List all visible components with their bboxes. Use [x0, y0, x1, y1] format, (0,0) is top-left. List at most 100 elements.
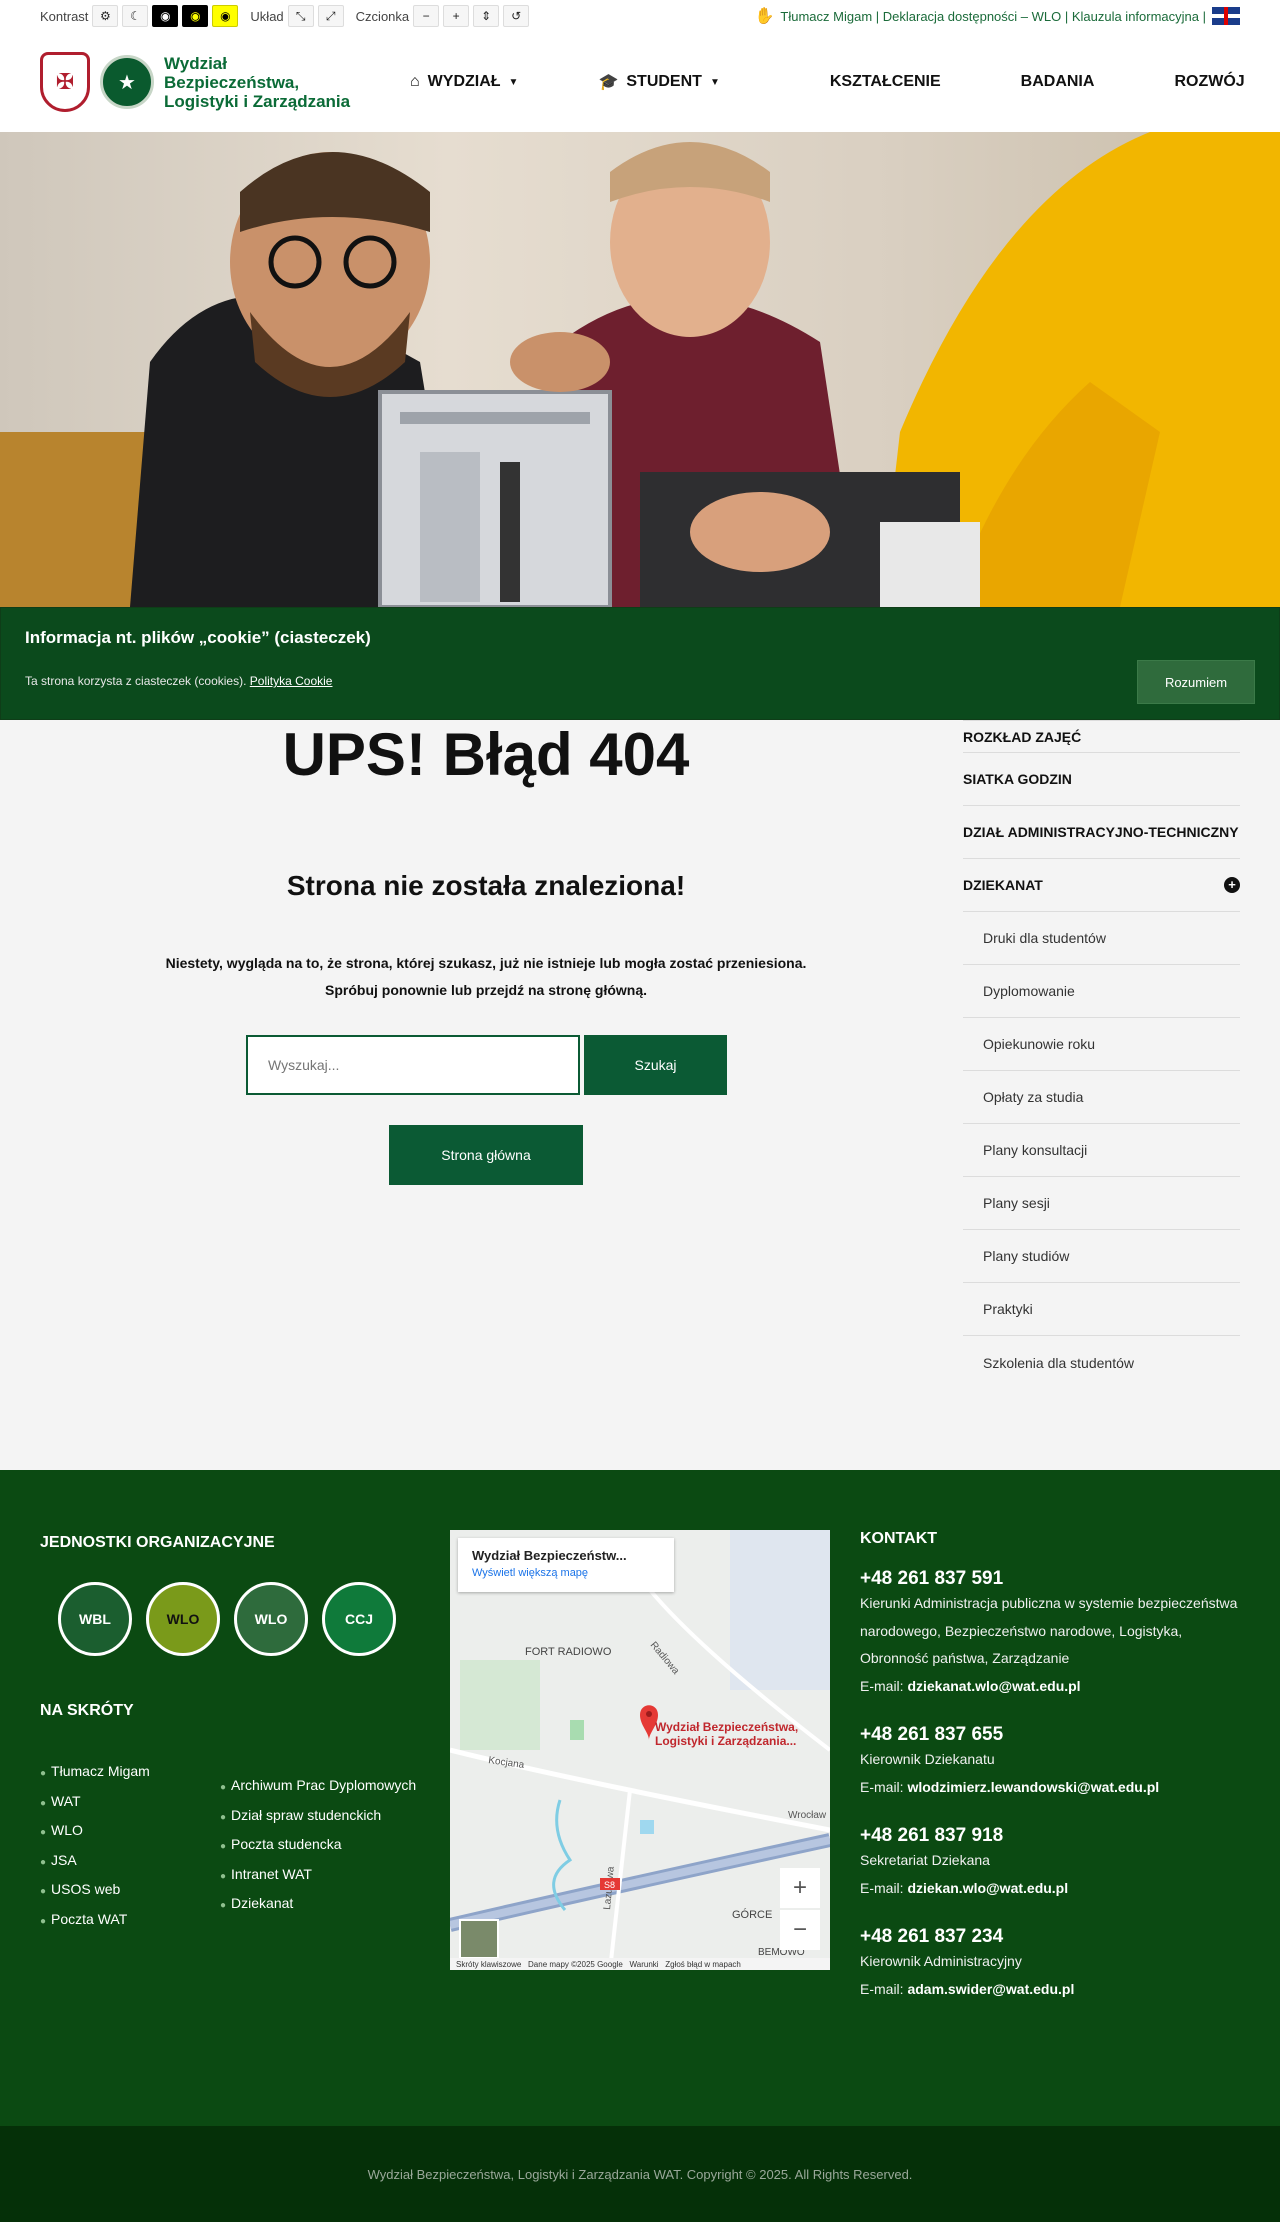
map-larger-link[interactable]: Wyświetl większą mapę [472, 1567, 588, 1579]
reset-icon[interactable]: ↺ [503, 5, 530, 27]
footer-link[interactable]: Poczta studencka [220, 1831, 416, 1861]
site-header: ✠ ★ Wydział Bezpieczeństwa, Logistyki i … [0, 32, 1280, 132]
settings-icon[interactable]: ⚙ [92, 5, 119, 27]
topbar-links[interactable]: Tłumacz Migam | Deklaracja dostępności –… [780, 9, 1206, 24]
contact-email[interactable]: adam.swider@wat.edu.pl [907, 1981, 1074, 1997]
contact-phone[interactable]: +48 261 837 234 [860, 1926, 1240, 1948]
dark-mode-icon[interactable]: ☾ [122, 5, 149, 27]
contact-email[interactable]: dziekan.wlo@wat.edu.pl [907, 1880, 1068, 1896]
nav-item-student[interactable]: 🎓 STUDENT ▼ [598, 72, 719, 92]
contrast-yellow-black-icon[interactable]: ◉ [212, 5, 239, 27]
sidebar-subitem[interactable]: Opłaty za studia [963, 1071, 1240, 1124]
map-pin-label[interactable]: Wydział Bezpieczeństwa, Logistyki i Zarz… [655, 1720, 830, 1748]
cookie-banner: Informacja nt. plików „cookie” (ciastecz… [0, 607, 1280, 720]
sidebar-subitem[interactable]: Praktyki [963, 1283, 1240, 1336]
search-input[interactable] [246, 1035, 580, 1095]
home-page-button[interactable]: Strona główna [389, 1125, 583, 1185]
zoom-in-icon[interactable]: + [780, 1868, 820, 1908]
footer-link[interactable]: WLO [40, 1817, 150, 1847]
expand-icon[interactable]: ⤢ [317, 5, 344, 27]
unit-badge-ccj[interactable]: CCJ [322, 1582, 396, 1656]
faculty-logo-text[interactable]: Wydział Bezpieczeństwa, Logistyki i Zarz… [164, 54, 350, 111]
sidebar-item-siatka-godzin[interactable]: SIATKA GODZIN [963, 753, 1240, 806]
shortcuts-heading: NA SKRÓTY [40, 1702, 134, 1719]
error-title: UPS! Błąd 404 [282, 721, 690, 788]
unit-badge-logistics[interactable]: WLO [146, 1582, 220, 1656]
contrast-black-white-icon[interactable]: ◉ [152, 5, 179, 27]
organizational-units: WBL WLO WLO CCJ [58, 1582, 396, 1656]
contact-desc: Kierunki Administracja publiczna w syste… [860, 1595, 1238, 1666]
zoom-out-icon[interactable]: − [780, 1910, 820, 1950]
contrast-black-yellow-icon[interactable]: ◉ [182, 5, 209, 27]
contact-phone[interactable]: +48 261 837 591 [860, 1568, 1240, 1590]
sidebar-subitem[interactable]: Szkolenia dla studentów [963, 1336, 1240, 1389]
contact-phone[interactable]: +48 261 837 655 [860, 1724, 1240, 1746]
faculty-seal-logo[interactable]: ★ [100, 55, 154, 109]
contact-phone[interactable]: +48 261 837 918 [860, 1825, 1240, 1847]
map-label: GÓRCE [732, 1908, 772, 1921]
line-height-icon[interactable]: ⇕ [473, 5, 500, 27]
contact-email[interactable]: wlodzimierz.lewandowski@wat.edu.pl [907, 1779, 1159, 1795]
site-footer: JEDNOSTKI ORGANIZACYJNE WBL WLO WLO CCJ … [0, 1470, 1280, 2126]
search-button[interactable]: Szukaj [584, 1035, 727, 1095]
nav-item-rozwoj[interactable]: ROZWÓJ [1174, 73, 1244, 91]
footer-link[interactable]: Tłumacz Migam [40, 1758, 150, 1788]
font-increase-icon[interactable]: + [443, 5, 470, 27]
map-card-title: Wydział Bezpieczeństw... [472, 1548, 627, 1563]
sidebar-menu: ROZKŁAD ZAJĘĆ SIATKA GODZIN DZIAŁ ADMINI… [963, 720, 1240, 1389]
sidebar-subitem[interactable]: Plany studiów [963, 1230, 1240, 1283]
main-content: UPS! Błąd 404 Strona nie została znalezi… [0, 720, 1280, 1470]
contact-desc: Sekretariat Dziekana [860, 1852, 990, 1868]
map-info-card: Wydział Bezpieczeństw... Wyświetl większ… [458, 1538, 674, 1592]
caret-down-icon: ▼ [709, 76, 720, 88]
footer-link[interactable]: USOS web [40, 1876, 150, 1906]
layout-label: Układ [250, 8, 284, 24]
map-label: Wrocław [788, 1810, 827, 1821]
expand-plus-icon[interactable]: + [1224, 877, 1240, 893]
sidebar-item-rozklad-zajec[interactable]: ROZKŁAD ZAJĘĆ [963, 720, 1240, 753]
map-attribution: Skróty klawiszowe Dane mapy ©2025 Google… [456, 1960, 741, 1969]
sign-language-icon[interactable]: ✋ [755, 6, 775, 26]
unit-badge-management[interactable]: WLO [234, 1582, 308, 1656]
sidebar-subitem[interactable]: Druki dla studentów [963, 912, 1240, 965]
cookie-accept-button[interactable]: Rozumiem [1137, 660, 1255, 704]
cookie-title: Informacja nt. plików „cookie” (ciastecz… [25, 628, 371, 647]
contact-section: KONTAKT +48 261 837 591 Kierunki Adminis… [860, 1530, 1240, 2003]
shrink-icon[interactable]: ⤡ [287, 5, 314, 27]
font-decrease-icon[interactable]: − [413, 5, 440, 27]
sidebar-subitem[interactable]: Plany sesji [963, 1177, 1240, 1230]
footer-link[interactable]: Dział spraw studenckich [220, 1802, 416, 1832]
footer-link[interactable]: JSA [40, 1847, 150, 1877]
graduation-cap-icon: 🎓 [598, 74, 619, 91]
unit-badge-eagle[interactable]: WBL [58, 1582, 132, 1656]
nav-item-badania[interactable]: BADANIA [1021, 73, 1095, 91]
sidebar-subitem[interactable]: Opiekunowie roku [963, 1018, 1240, 1071]
map-label: FORT RADIOWO [525, 1646, 612, 1658]
contact-email[interactable]: dziekanat.wlo@wat.edu.pl [907, 1678, 1080, 1694]
map-label: S8 [604, 1880, 615, 1890]
footer-link[interactable]: WAT [40, 1788, 150, 1818]
nav-item-wydzial[interactable]: ⌂ WYDZIAŁ ▼ [410, 73, 518, 91]
google-map[interactable]: FORT RADIOWO Radiowa Kocjana Wrocław Laz… [450, 1530, 830, 1970]
sidebar-item-dziekanat[interactable]: DZIEKANAT + [963, 859, 1240, 912]
nav-item-ksztalcenie[interactable]: KSZTAŁCENIE [830, 73, 941, 91]
sidebar-subitem[interactable]: Dyplomowanie [963, 965, 1240, 1018]
footer-link[interactable]: Poczta WAT [40, 1906, 150, 1936]
copyright-bar: Wydział Bezpieczeństwa, Logistyki i Zarz… [0, 2126, 1280, 2222]
main-navigation: ⌂ WYDZIAŁ ▼ 🎓 STUDENT ▼ KSZTAŁCENIE BADA… [410, 32, 1280, 132]
font-label: Czcionka [355, 8, 410, 24]
cookie-text: Ta strona korzysta z ciasteczek (cookies… [25, 674, 333, 688]
contact-heading: KONTAKT [860, 1530, 938, 1547]
home-icon: ⌂ [410, 73, 420, 90]
shortcuts-column-2: Archiwum Prac Dyplomowych Dział spraw st… [220, 1772, 416, 1920]
units-heading: JEDNOSTKI ORGANIZACYJNE [40, 1534, 275, 1551]
footer-link[interactable]: Dziekanat [220, 1890, 416, 1920]
english-flag-icon[interactable] [1212, 7, 1240, 25]
cookie-policy-link[interactable]: Polityka Cookie [250, 674, 333, 688]
footer-link[interactable]: Intranet WAT [220, 1861, 416, 1891]
contact-desc: Kierownik Dziekanatu [860, 1751, 995, 1767]
sidebar-item-dzial-administracyjno-techniczny[interactable]: DZIAŁ ADMINISTRACYJNO-TECHNICZNY [963, 806, 1240, 859]
sidebar-subitem[interactable]: Plany konsultacji [963, 1124, 1240, 1177]
wat-crest-logo[interactable]: ✠ [40, 52, 90, 112]
footer-link[interactable]: Archiwum Prac Dyplomowych [220, 1772, 416, 1802]
